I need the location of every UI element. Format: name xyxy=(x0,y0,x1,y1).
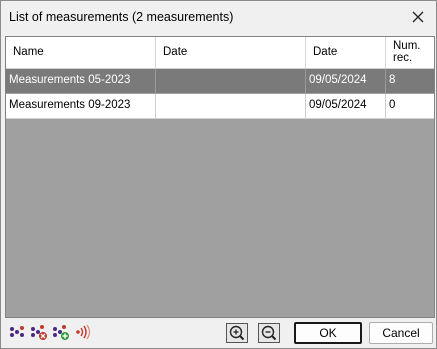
zoom-in-icon xyxy=(229,325,245,341)
measurements-grid[interactable]: Name Date Date Num. rec. Measurements 05… xyxy=(5,36,435,318)
cell-name: Measurements 09-2023 xyxy=(6,94,156,118)
signal-icon[interactable] xyxy=(74,323,92,341)
column-header-date-2[interactable]: Date xyxy=(306,37,386,68)
dialog-window: List of measurements (2 measurements) Na… xyxy=(0,0,437,349)
column-header-date[interactable]: Date xyxy=(156,37,306,68)
cell-name: Measurements 05-2023 xyxy=(6,69,156,93)
bottom-bar: OK Cancel xyxy=(1,319,436,349)
zoom-in-button[interactable] xyxy=(226,323,248,343)
grid-header: Name Date Date Num. rec. xyxy=(6,37,434,69)
zoom-out-button[interactable] xyxy=(258,323,280,343)
delete-points-icon[interactable] xyxy=(30,323,48,341)
window-title: List of measurements (2 measurements) xyxy=(9,10,234,24)
title-bar: List of measurements (2 measurements) xyxy=(1,1,436,33)
cell-num-rec: 0 xyxy=(389,99,396,111)
cell-date-2: 09/05/2024 xyxy=(306,94,386,118)
ok-button[interactable]: OK xyxy=(294,322,362,344)
add-points-icon[interactable] xyxy=(52,323,70,341)
cell-date-2: 09/05/2024 xyxy=(306,69,386,93)
cell-num-rec: 8 xyxy=(389,74,396,86)
points-icon[interactable] xyxy=(8,323,26,341)
close-icon xyxy=(412,11,424,23)
close-button[interactable] xyxy=(406,5,430,29)
column-header-name[interactable]: Name xyxy=(6,37,156,68)
zoom-out-icon xyxy=(261,325,277,341)
column-header-num-rec[interactable]: Num. rec. xyxy=(386,37,434,68)
cell-date xyxy=(156,69,306,93)
cancel-button[interactable]: Cancel xyxy=(369,322,433,344)
table-row[interactable]: Measurements 09-2023 09/05/2024 0 xyxy=(6,94,434,119)
cell-date xyxy=(156,94,306,118)
table-row[interactable]: Measurements 05-2023 09/05/2024 8 xyxy=(6,69,434,93)
